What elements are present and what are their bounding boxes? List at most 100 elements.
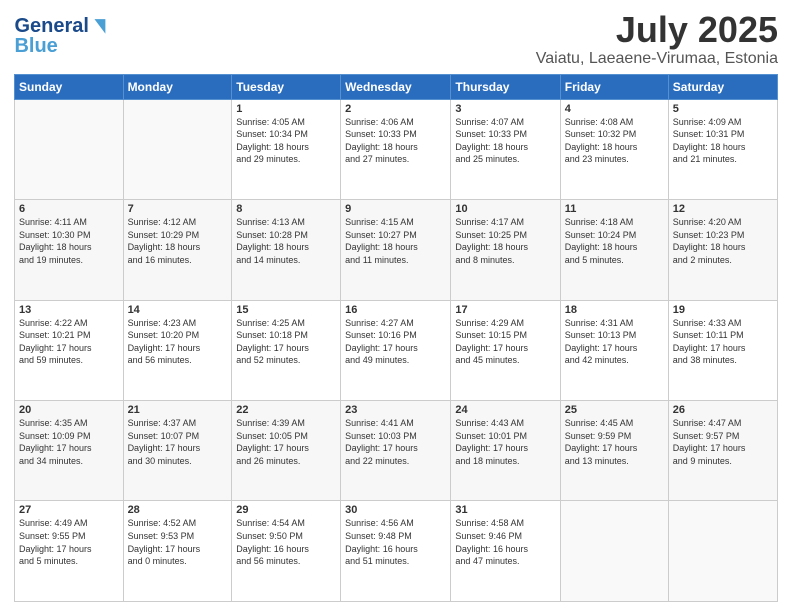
day-info: Sunrise: 4:31 AM Sunset: 10:13 PM Daylig… — [565, 317, 664, 367]
day-info: Sunrise: 4:35 AM Sunset: 10:09 PM Daylig… — [19, 417, 119, 467]
calendar-cell: 14Sunrise: 4:23 AM Sunset: 10:20 PM Dayl… — [123, 300, 232, 400]
calendar-cell: 1Sunrise: 4:05 AM Sunset: 10:34 PM Dayli… — [232, 99, 341, 199]
day-info: Sunrise: 4:56 AM Sunset: 9:48 PM Dayligh… — [345, 517, 446, 567]
day-number: 7 — [128, 203, 228, 215]
calendar-week-row: 27Sunrise: 4:49 AM Sunset: 9:55 PM Dayli… — [15, 501, 778, 602]
day-info: Sunrise: 4:58 AM Sunset: 9:46 PM Dayligh… — [455, 517, 555, 567]
day-number: 4 — [565, 103, 664, 115]
calendar-week-row: 13Sunrise: 4:22 AM Sunset: 10:21 PM Dayl… — [15, 300, 778, 400]
day-info: Sunrise: 4:11 AM Sunset: 10:30 PM Daylig… — [19, 216, 119, 266]
calendar-week-row: 20Sunrise: 4:35 AM Sunset: 10:09 PM Dayl… — [15, 401, 778, 501]
calendar-cell: 25Sunrise: 4:45 AM Sunset: 9:59 PM Dayli… — [560, 401, 668, 501]
day-number: 17 — [455, 304, 555, 316]
calendar-cell: 30Sunrise: 4:56 AM Sunset: 9:48 PM Dayli… — [341, 501, 451, 602]
calendar-cell: 23Sunrise: 4:41 AM Sunset: 10:03 PM Dayl… — [341, 401, 451, 501]
day-info: Sunrise: 4:43 AM Sunset: 10:01 PM Daylig… — [455, 417, 555, 467]
calendar-week-row: 6Sunrise: 4:11 AM Sunset: 10:30 PM Dayli… — [15, 200, 778, 300]
calendar-cell: 26Sunrise: 4:47 AM Sunset: 9:57 PM Dayli… — [668, 401, 777, 501]
day-info: Sunrise: 4:54 AM Sunset: 9:50 PM Dayligh… — [236, 517, 336, 567]
day-info: Sunrise: 4:08 AM Sunset: 10:32 PM Daylig… — [565, 116, 664, 166]
day-info: Sunrise: 4:09 AM Sunset: 10:31 PM Daylig… — [673, 116, 773, 166]
day-number: 22 — [236, 404, 336, 416]
day-info: Sunrise: 4:20 AM Sunset: 10:23 PM Daylig… — [673, 216, 773, 266]
day-number: 10 — [455, 203, 555, 215]
day-info: Sunrise: 4:27 AM Sunset: 10:16 PM Daylig… — [345, 317, 446, 367]
calendar-cell: 31Sunrise: 4:58 AM Sunset: 9:46 PM Dayli… — [451, 501, 560, 602]
calendar-cell: 17Sunrise: 4:29 AM Sunset: 10:15 PM Dayl… — [451, 300, 560, 400]
day-number: 15 — [236, 304, 336, 316]
day-info: Sunrise: 4:07 AM Sunset: 10:33 PM Daylig… — [455, 116, 555, 166]
calendar-cell: 16Sunrise: 4:27 AM Sunset: 10:16 PM Dayl… — [341, 300, 451, 400]
col-friday: Friday — [560, 74, 668, 99]
calendar-cell: 9Sunrise: 4:15 AM Sunset: 10:27 PM Dayli… — [341, 200, 451, 300]
col-saturday: Saturday — [668, 74, 777, 99]
calendar-cell — [668, 501, 777, 602]
calendar-cell — [123, 99, 232, 199]
day-number: 19 — [673, 304, 773, 316]
calendar-cell: 12Sunrise: 4:20 AM Sunset: 10:23 PM Dayl… — [668, 200, 777, 300]
logo-svg: General Blue — [14, 10, 124, 60]
day-number: 21 — [128, 404, 228, 416]
col-tuesday: Tuesday — [232, 74, 341, 99]
day-number: 27 — [19, 504, 119, 516]
day-info: Sunrise: 4:39 AM Sunset: 10:05 PM Daylig… — [236, 417, 336, 467]
col-wednesday: Wednesday — [341, 74, 451, 99]
calendar-cell: 19Sunrise: 4:33 AM Sunset: 10:11 PM Dayl… — [668, 300, 777, 400]
title-month: July 2025 — [536, 10, 778, 50]
day-info: Sunrise: 4:05 AM Sunset: 10:34 PM Daylig… — [236, 116, 336, 166]
calendar-cell: 3Sunrise: 4:07 AM Sunset: 10:33 PM Dayli… — [451, 99, 560, 199]
calendar-cell: 28Sunrise: 4:52 AM Sunset: 9:53 PM Dayli… — [123, 501, 232, 602]
day-number: 2 — [345, 103, 446, 115]
col-monday: Monday — [123, 74, 232, 99]
day-number: 6 — [19, 203, 119, 215]
title-location: Vaiatu, Laeaene-Virumaa, Estonia — [536, 50, 778, 68]
day-info: Sunrise: 4:41 AM Sunset: 10:03 PM Daylig… — [345, 417, 446, 467]
day-number: 11 — [565, 203, 664, 215]
day-info: Sunrise: 4:12 AM Sunset: 10:29 PM Daylig… — [128, 216, 228, 266]
logo: General Blue — [14, 10, 124, 60]
calendar-cell: 4Sunrise: 4:08 AM Sunset: 10:32 PM Dayli… — [560, 99, 668, 199]
calendar-cell — [560, 501, 668, 602]
day-info: Sunrise: 4:29 AM Sunset: 10:15 PM Daylig… — [455, 317, 555, 367]
calendar-cell: 22Sunrise: 4:39 AM Sunset: 10:05 PM Dayl… — [232, 401, 341, 501]
calendar-table: Sunday Monday Tuesday Wednesday Thursday… — [14, 74, 778, 602]
day-info: Sunrise: 4:49 AM Sunset: 9:55 PM Dayligh… — [19, 517, 119, 567]
calendar-cell: 10Sunrise: 4:17 AM Sunset: 10:25 PM Dayl… — [451, 200, 560, 300]
day-number: 9 — [345, 203, 446, 215]
calendar-cell: 11Sunrise: 4:18 AM Sunset: 10:24 PM Dayl… — [560, 200, 668, 300]
calendar-cell: 29Sunrise: 4:54 AM Sunset: 9:50 PM Dayli… — [232, 501, 341, 602]
day-number: 18 — [565, 304, 664, 316]
day-info: Sunrise: 4:23 AM Sunset: 10:20 PM Daylig… — [128, 317, 228, 367]
day-number: 28 — [128, 504, 228, 516]
day-number: 1 — [236, 103, 336, 115]
day-info: Sunrise: 4:13 AM Sunset: 10:28 PM Daylig… — [236, 216, 336, 266]
day-number: 20 — [19, 404, 119, 416]
day-number: 29 — [236, 504, 336, 516]
day-number: 16 — [345, 304, 446, 316]
col-thursday: Thursday — [451, 74, 560, 99]
calendar-cell: 15Sunrise: 4:25 AM Sunset: 10:18 PM Dayl… — [232, 300, 341, 400]
day-info: Sunrise: 4:37 AM Sunset: 10:07 PM Daylig… — [128, 417, 228, 467]
day-info: Sunrise: 4:18 AM Sunset: 10:24 PM Daylig… — [565, 216, 664, 266]
day-info: Sunrise: 4:33 AM Sunset: 10:11 PM Daylig… — [673, 317, 773, 367]
calendar-cell: 13Sunrise: 4:22 AM Sunset: 10:21 PM Dayl… — [15, 300, 124, 400]
day-number: 24 — [455, 404, 555, 416]
day-info: Sunrise: 4:15 AM Sunset: 10:27 PM Daylig… — [345, 216, 446, 266]
calendar-cell: 8Sunrise: 4:13 AM Sunset: 10:28 PM Dayli… — [232, 200, 341, 300]
day-number: 23 — [345, 404, 446, 416]
calendar-cell: 20Sunrise: 4:35 AM Sunset: 10:09 PM Dayl… — [15, 401, 124, 501]
day-number: 25 — [565, 404, 664, 416]
day-info: Sunrise: 4:17 AM Sunset: 10:25 PM Daylig… — [455, 216, 555, 266]
calendar-header-row: Sunday Monday Tuesday Wednesday Thursday… — [15, 74, 778, 99]
calendar-cell: 5Sunrise: 4:09 AM Sunset: 10:31 PM Dayli… — [668, 99, 777, 199]
day-number: 8 — [236, 203, 336, 215]
day-info: Sunrise: 4:22 AM Sunset: 10:21 PM Daylig… — [19, 317, 119, 367]
day-number: 13 — [19, 304, 119, 316]
svg-text:General: General — [14, 15, 88, 37]
day-number: 26 — [673, 404, 773, 416]
day-number: 30 — [345, 504, 446, 516]
day-info: Sunrise: 4:45 AM Sunset: 9:59 PM Dayligh… — [565, 417, 664, 467]
calendar-cell: 2Sunrise: 4:06 AM Sunset: 10:33 PM Dayli… — [341, 99, 451, 199]
calendar-week-row: 1Sunrise: 4:05 AM Sunset: 10:34 PM Dayli… — [15, 99, 778, 199]
calendar-cell: 27Sunrise: 4:49 AM Sunset: 9:55 PM Dayli… — [15, 501, 124, 602]
